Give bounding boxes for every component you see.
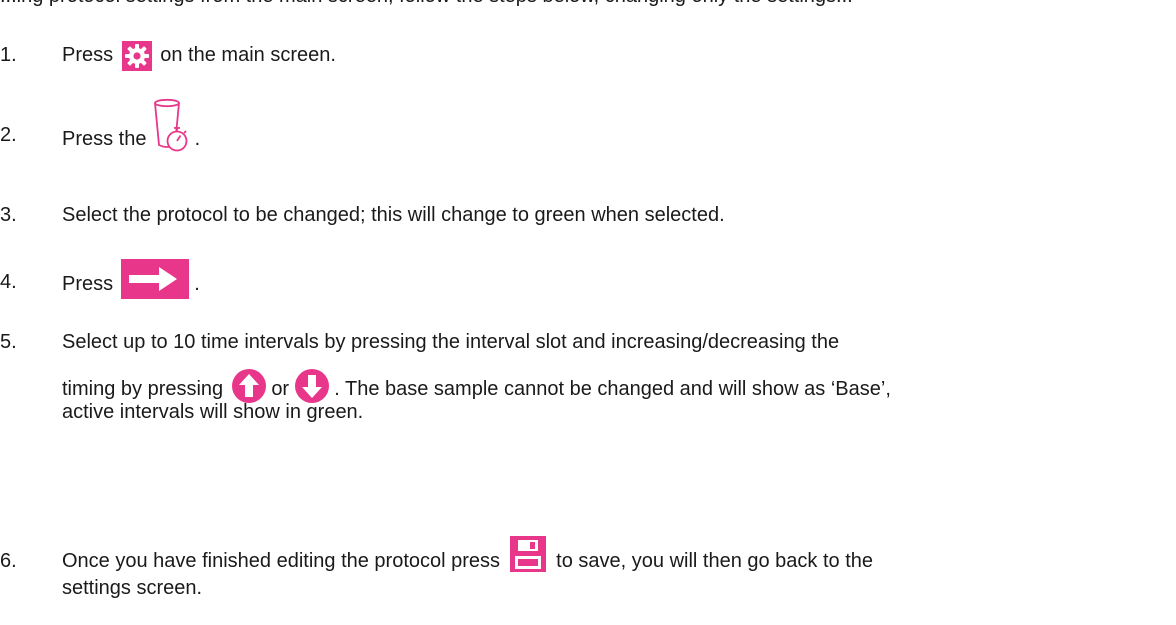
step-number: 4. [0,271,17,293]
step-text: to save, you will then go back to the [556,550,874,572]
step-text: Press the [62,128,147,150]
step-text: Select the protocol to be changed; this … [62,204,725,226]
save-icon [509,535,546,572]
cup-timer-icon [153,97,189,155]
step-text: Select up to 10 time intervals by pressi… [62,331,840,353]
step-text: . [194,273,200,295]
step-text: on the main screen. [160,44,336,66]
step-number: 6. [0,550,17,572]
step-text: active intervals will show in green. [62,401,364,423]
step-text: . [194,128,201,150]
step-number: 3. [0,204,17,226]
step-text: Press [62,273,114,295]
intro-text: ...ing protocol settings from the main s… [0,0,853,8]
step-text: Once you have finished editing the proto… [62,550,501,572]
step-text: . The base sample cannot be changed and … [334,378,891,400]
step-number: 2. [0,124,17,146]
step-number: 1. [0,44,17,66]
step-text: settings screen. [62,577,203,599]
step-text: Press [62,44,114,66]
step-number: 5. [0,331,17,353]
gear-icon [121,40,152,71]
arrow-right-icon [120,259,189,299]
